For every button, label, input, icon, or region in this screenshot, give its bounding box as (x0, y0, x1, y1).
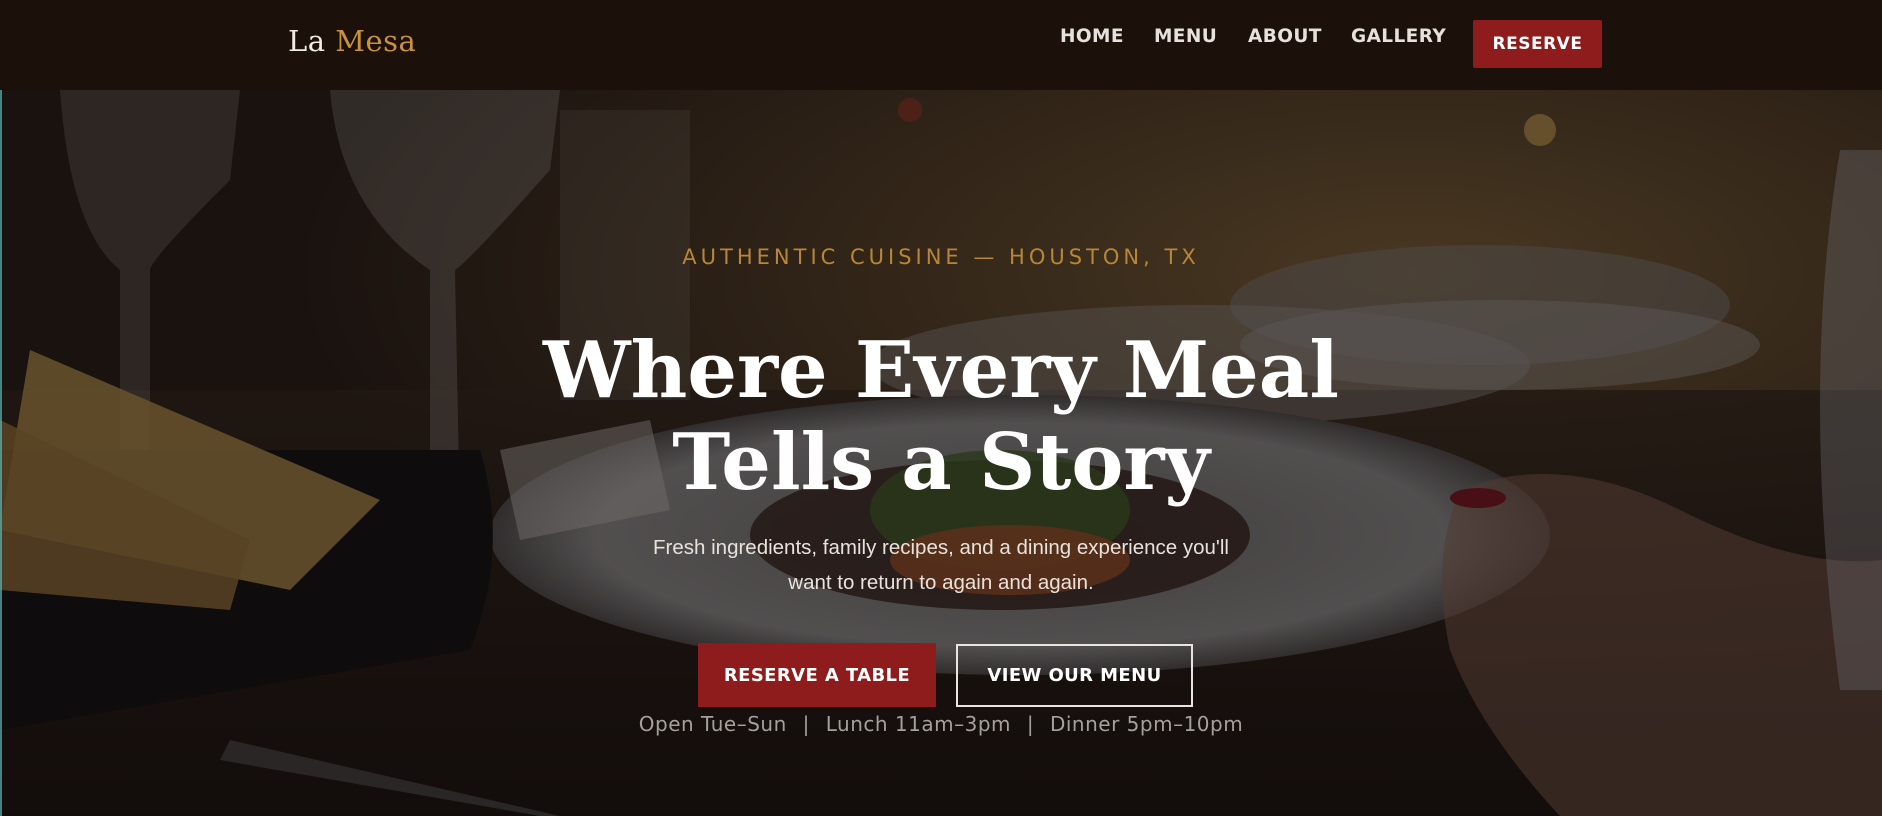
reserve-table-button[interactable]: RESERVE A TABLE (698, 643, 936, 707)
hero-section: AUTHENTIC CUISINE — HOUSTON, TX Where Ev… (0, 90, 1882, 816)
top-navbar: La Mesa HOME MENU ABOUT GALLERY RESERVE (0, 0, 1882, 90)
hours-lunch: Lunch 11am–3pm (825, 712, 1011, 736)
headline-line-2: Tells a Story (672, 417, 1210, 508)
nav-link-gallery[interactable]: GALLERY (1351, 26, 1446, 47)
headline-line-1: Where Every Meal (543, 325, 1339, 416)
subtext-line-1: Fresh ingredients, family recipes, and a… (653, 536, 1229, 559)
brand-logo[interactable]: La Mesa (288, 24, 416, 58)
opening-hours: Open Tue–Sun | Lunch 11am–3pm | Dinner 5… (0, 712, 1882, 736)
hours-dinner: Dinner 5pm–10pm (1049, 712, 1244, 736)
brand-name-second: Mesa (335, 24, 417, 58)
view-menu-button[interactable]: VIEW OUR MENU (956, 644, 1193, 707)
hours-separator: | (1026, 712, 1035, 736)
brand-name-first: La (288, 24, 326, 58)
hours-days: Open Tue–Sun (638, 712, 787, 736)
nav-link-about[interactable]: ABOUT (1248, 26, 1322, 47)
nav-link-menu[interactable]: MENU (1154, 26, 1217, 47)
hero-headline: Where Every Meal Tells a Story (0, 325, 1882, 509)
nav-link-home[interactable]: HOME (1060, 26, 1124, 47)
hero-subtext: Fresh ingredients, family recipes, and a… (641, 530, 1241, 600)
subtext-line-2: want to return to again and again. (788, 571, 1094, 594)
hero-eyebrow: AUTHENTIC CUISINE — HOUSTON, TX (682, 245, 1200, 269)
hours-separator: | (802, 712, 810, 736)
nav-reserve-button[interactable]: RESERVE (1473, 20, 1602, 68)
